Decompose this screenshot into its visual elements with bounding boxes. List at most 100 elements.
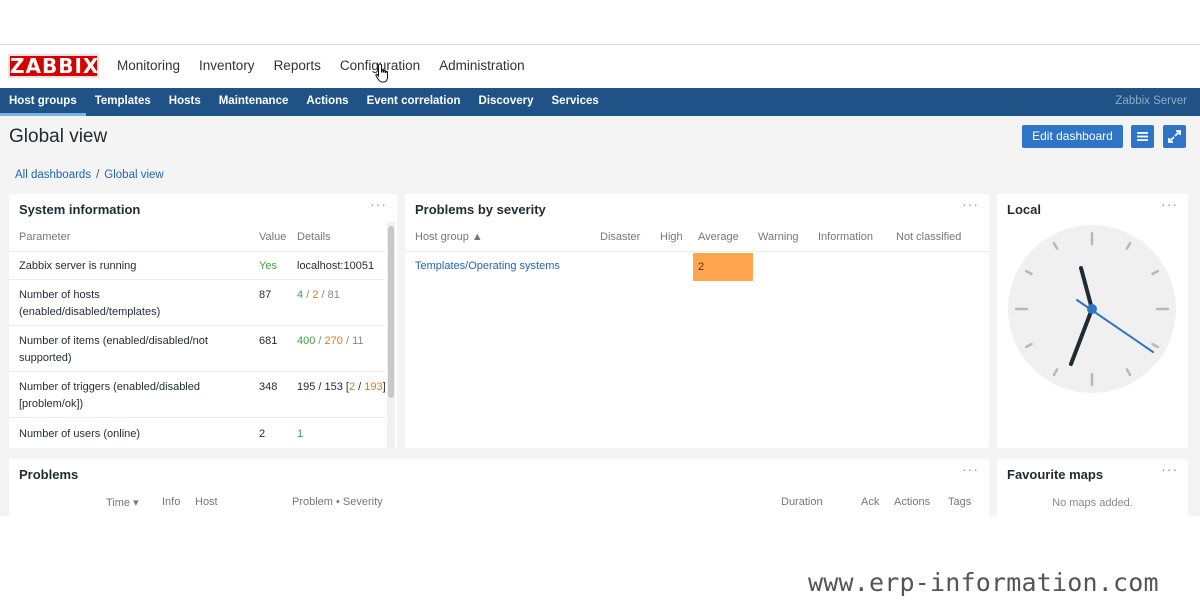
breadcrumb-current[interactable]: Global view [104,169,163,181]
column-header-actions: Actions [894,496,931,508]
details-cell: localhost:10051 [297,260,375,272]
value-cell: 87 [259,289,272,301]
column-header-host: Host [195,496,218,508]
row-divider [9,371,385,372]
widget-menu-button[interactable]: ··· [1161,461,1178,477]
column-header-tags: Tags [948,496,972,508]
widget-menu-button[interactable]: ··· [962,196,979,212]
subnav-maintenance[interactable]: Maintenance [210,88,298,116]
sub-navigation: Host groups Templates Hosts Maintenance … [0,88,1200,116]
watermark: www.erp-information.com [808,568,1159,597]
hand-cursor-icon [375,63,388,83]
parameter-cell: Number of items (enabled/disabled/not su… [19,335,208,364]
separator: / [306,289,310,301]
subnav-actions[interactable]: Actions [297,88,357,116]
ok-count: 193 [364,381,383,393]
list-icon [1137,132,1148,141]
details-cell: 4 / 2 / 81 [297,287,387,304]
dashboard-list-button[interactable] [1131,125,1154,148]
favourite-maps-widget: Favourite maps ··· No maps added. [997,459,1188,516]
subnav-hosts[interactable]: Hosts [160,88,210,116]
disabled-count: 270 [324,335,343,347]
local-clock-widget: Local ··· [997,194,1188,448]
fullscreen-icon [1168,130,1181,143]
clock-face-icon [1008,225,1176,393]
server-name: Zabbix Server [1115,95,1187,107]
problems-widget: Problems ··· Time ▾ Info Host Problem • … [9,459,989,516]
column-header-parameter: Parameter [19,231,71,243]
column-header-high: High [660,231,683,243]
empty-state-text: No maps added. [1052,497,1133,509]
problems-by-severity-widget: Problems by severity ··· Host group ▲ Di… [405,194,989,448]
header-divider [405,251,989,252]
dashboard-area: Global view Edit dashboard All dashboard… [0,116,1200,516]
page: ZABBIX Monitoring Inventory Reports Conf… [0,0,1200,600]
breadcrumb: All dashboards / Global view [15,169,164,181]
widget-menu-button[interactable]: ··· [962,461,979,477]
enabled-count: 4 [297,289,304,301]
parameter-cell: Number of users (online) [19,428,141,440]
widget-scrollbar[interactable] [387,222,395,448]
breadcrumb-all-dashboards[interactable]: All dashboards [15,169,91,181]
value-cell: 681 [259,335,278,347]
subnav-discovery[interactable]: Discovery [470,88,543,116]
menu-monitoring[interactable]: Monitoring [108,58,189,73]
subnav-event-correlation[interactable]: Event correlation [358,88,470,116]
widget-title: Problems by severity [415,202,546,217]
column-header-details: Details [297,231,331,243]
row-divider [9,279,385,280]
column-header-ack: Ack [861,496,880,508]
disabled-count: 2 [312,289,319,301]
menu-inventory[interactable]: Inventory [190,58,264,73]
details-cell: 400 / 270 / 11 [297,333,387,350]
details-cell: 1 [297,428,304,440]
widget-title: System information [19,202,141,217]
menu-administration[interactable]: Administration [430,58,534,73]
host-group-link[interactable]: Templates/Operating systems [415,260,560,272]
zabbix-logo[interactable]: ZABBIX [8,54,99,78]
not-supported-count: 11 [352,335,364,347]
system-information-widget: System information ··· Parameter Value D… [9,194,397,448]
column-header-information: Information [818,231,874,243]
kiosk-mode-button[interactable] [1163,125,1186,148]
templates-count: 81 [327,289,340,301]
breadcrumb-separator: / [96,169,100,181]
column-header-time[interactable]: Time ▾ [106,496,139,509]
edit-dashboard-button[interactable]: Edit dashboard [1022,125,1123,148]
parameter-cell: Zabbix server is running [19,260,137,272]
page-title: Global view [9,126,108,147]
widget-menu-button[interactable]: ··· [370,196,387,212]
separator: / [321,289,325,301]
subnav-services[interactable]: Services [543,88,608,116]
separator: / [355,381,365,393]
header-divider [9,251,385,252]
header: ZABBIX Monitoring Inventory Reports Conf… [0,45,1200,88]
column-header-host-group[interactable]: Host group ▲ [415,231,483,243]
column-header-average: Average [698,231,739,243]
enabled-count: 400 [297,335,316,347]
top-menu: Monitoring Inventory Reports Configurati… [108,58,535,73]
widget-title: Problems [19,467,79,482]
separator: / [345,335,350,347]
widget-menu-button[interactable]: ··· [1161,196,1178,212]
widget-title: Favourite maps [1007,467,1104,482]
row-divider [9,325,385,326]
column-header-value: Value [259,231,287,243]
bracket: ] [382,381,386,393]
column-header-not-classified: Not classified [896,231,962,243]
enabled-disabled: 195 / 153 [ [297,381,349,393]
column-header-warning: Warning [758,231,799,243]
average-severity-cell[interactable]: 2 [693,253,753,281]
value-cell: Yes [259,260,277,272]
column-header-info: Info [162,496,181,508]
parameter-cell: Number of triggers (enabled/disabled [pr… [19,381,200,410]
value-cell: 348 [259,381,278,393]
row-divider [9,417,385,418]
details-cell: 195 / 153 [2 / 193] [297,379,387,396]
scrollbar-thumb[interactable] [388,226,394,398]
column-header-disaster: Disaster [600,231,641,243]
menu-reports[interactable]: Reports [265,58,330,73]
subnav-host-groups[interactable]: Host groups [0,88,86,116]
widget-title: Local [1007,202,1041,217]
subnav-templates[interactable]: Templates [86,88,160,116]
